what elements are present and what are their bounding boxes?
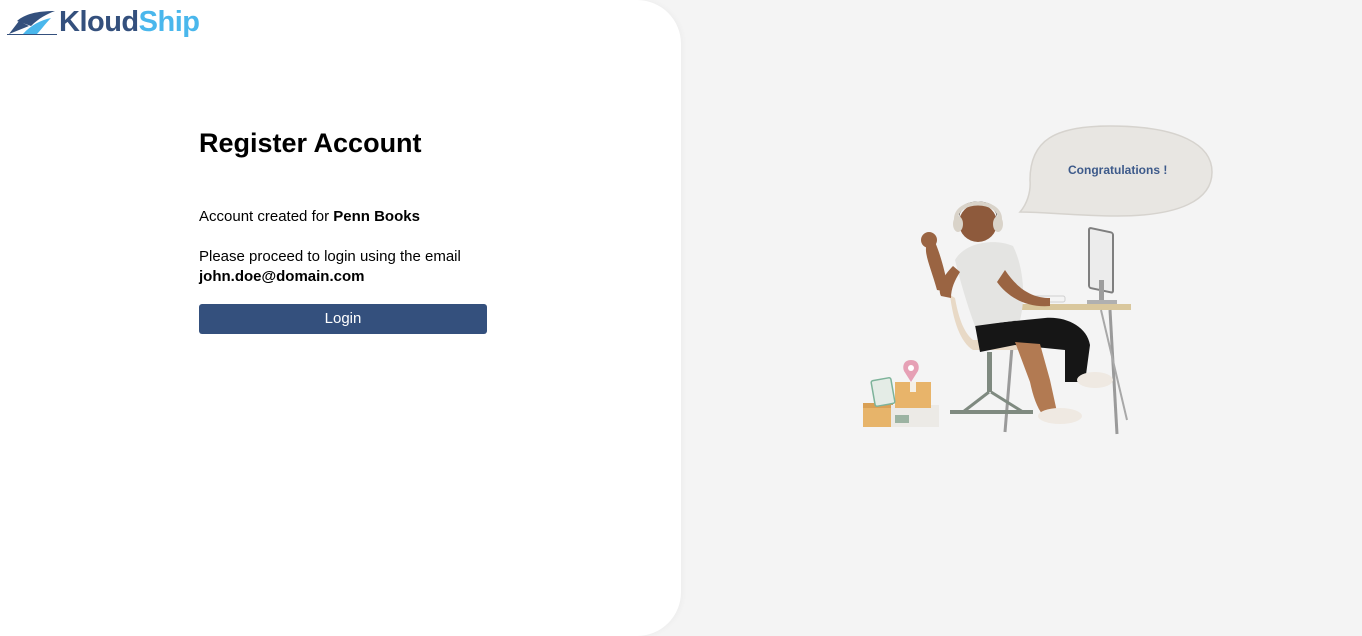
account-created-prefix: Account created for (199, 208, 334, 225)
proceed-text: Please proceed to login using the email (199, 248, 461, 265)
login-button[interactable]: Login (199, 304, 487, 334)
logo-text: KloudShip (59, 6, 200, 38)
page-title: Register Account (199, 128, 422, 158)
logo-bird-icon (7, 11, 57, 35)
person-head (959, 204, 997, 242)
login-email: john.doe@domain.com (199, 268, 365, 285)
logo-text-ship: Ship (138, 6, 200, 38)
company-name: Penn Books (333, 208, 420, 225)
logo-text-kloud: Kloud (59, 6, 139, 38)
account-created-message: Account created for Penn Books (199, 207, 499, 227)
register-content: Register Account Account created for Pen… (199, 126, 499, 334)
logo: KloudShip (7, 6, 200, 38)
proceed-message: Please proceed to login using the email j… (199, 247, 499, 287)
bubble-text: Congratulations ! (1068, 163, 1168, 177)
left-panel: KloudShip Register Account Account creat… (0, 0, 681, 636)
